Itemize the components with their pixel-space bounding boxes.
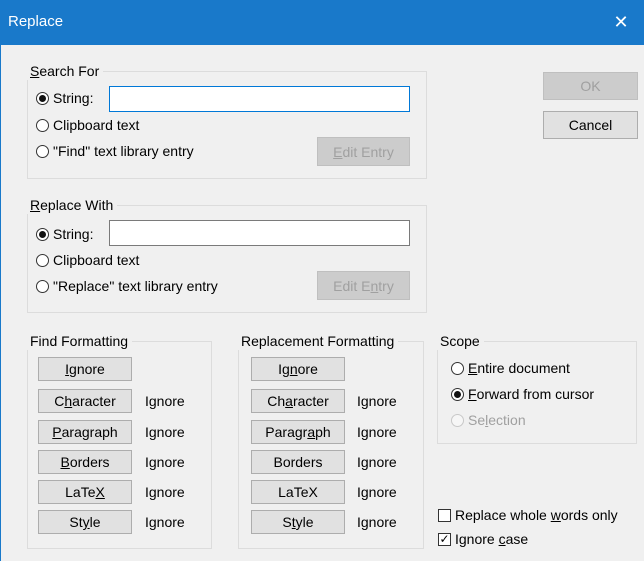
radio-icon — [451, 413, 464, 427]
find-style-status: Ignore — [145, 514, 185, 530]
checkbox-label: Ignore case — [455, 531, 529, 547]
radio-icon — [36, 144, 49, 158]
replacement-style-button[interactable]: St yle — [251, 510, 345, 534]
radio-selected-icon — [36, 91, 49, 105]
find-character-button[interactable]: Ch aracter — [38, 389, 132, 413]
replacement-character-button[interactable]: Ch a racter — [251, 389, 345, 413]
radio-selected-icon — [451, 387, 464, 401]
window-border — [0, 45, 1, 561]
search-string-radio[interactable]: String: — [36, 90, 93, 106]
scope-forward-radio[interactable]: Forward from cursor — [451, 386, 594, 402]
find-formatting-title: Find Formatting — [26, 332, 133, 350]
search-library-radio[interactable]: "Find" text library entry — [36, 143, 194, 159]
radio-label: Forward from cursor — [468, 386, 595, 402]
replacement-ignore-button[interactable]: Ig n ore — [251, 357, 345, 381]
search-string-input[interactable] — [109, 86, 410, 112]
find-latex-button[interactable]: LaTe X — [38, 480, 132, 504]
radio-icon — [36, 118, 49, 132]
replace-library-radio[interactable]: "Replace" text library entry — [36, 278, 218, 294]
radio-label: Entire document — [468, 360, 570, 376]
title-bar: Replace ✕ — [0, 0, 644, 45]
radio-label: String: — [53, 90, 94, 106]
replacement-style-status: Ignore — [357, 514, 397, 530]
replacement-paragraph-status: Ignore — [357, 424, 397, 440]
search-edit-entry-button[interactable]: Edit Entry — [317, 137, 410, 166]
radio-icon — [36, 279, 49, 293]
replacement-formatting-title: Replacement Formatting — [237, 332, 399, 350]
replacement-character-status: Ignore — [357, 393, 397, 409]
search-clipboard-radio[interactable]: Clipboard text — [36, 117, 139, 133]
radio-label: Selection — [468, 412, 526, 428]
replace-string-input[interactable] — [109, 220, 410, 246]
scope-selection-radio[interactable]: Selection — [451, 412, 526, 428]
whole-words-checkbox[interactable]: Replace whole words only — [438, 507, 618, 523]
replace-string-radio[interactable]: String: — [36, 226, 93, 242]
replacement-latex-status: Ignore — [357, 484, 397, 500]
search-for-title: Search For — [26, 62, 104, 80]
radio-label: "Replace" text library entry — [53, 278, 218, 294]
cancel-button[interactable]: Cancel — [543, 111, 638, 139]
checkbox-icon — [438, 508, 451, 522]
find-character-status: Ignore — [145, 393, 185, 409]
radio-selected-icon — [36, 227, 49, 241]
ok-button[interactable]: OK — [543, 72, 638, 100]
replacement-borders-status: Ignore — [357, 454, 397, 470]
find-ignore-button[interactable]: Ignore — [38, 357, 132, 381]
scope-title: Scope — [436, 332, 484, 350]
window-title: Replace — [8, 13, 64, 30]
ignore-case-checkbox[interactable]: ✓ Ignore case — [438, 531, 528, 547]
close-icon[interactable]: ✕ — [598, 0, 644, 45]
radio-icon — [36, 253, 49, 267]
replacement-borders-button[interactable]: Borders — [251, 450, 345, 474]
checkmark-icon: ✓ — [438, 531, 451, 546]
replace-clipboard-radio[interactable]: Clipboard text — [36, 252, 139, 268]
find-borders-button[interactable]: Borders — [38, 450, 132, 474]
replace-dialog: Replace ✕ Search For String: Clipboard t… — [0, 0, 644, 561]
radio-label: String: — [53, 226, 94, 242]
radio-label: Clipboard text — [53, 252, 140, 268]
radio-label: Clipboard text — [53, 117, 140, 133]
replace-with-title: Replace With — [26, 196, 118, 214]
find-latex-status: Ignore — [145, 484, 185, 500]
replace-edit-entry-button[interactable]: Edit En try — [317, 271, 410, 300]
find-style-button[interactable]: St y le — [38, 510, 132, 534]
replacement-paragraph-button[interactable]: Paragr a ph — [251, 420, 345, 444]
find-borders-status: Ignore — [145, 454, 185, 470]
radio-icon — [451, 361, 464, 375]
find-paragraph-status: Ignore — [145, 424, 185, 440]
replacement-latex-button[interactable]: LaTeX — [251, 480, 345, 504]
scope-entire-document-radio[interactable]: Entire document — [451, 360, 570, 376]
radio-label: "Find" text library entry — [53, 143, 194, 159]
checkbox-label: Replace whole words only — [455, 507, 618, 523]
find-paragraph-button[interactable]: Paragraph — [38, 420, 132, 444]
